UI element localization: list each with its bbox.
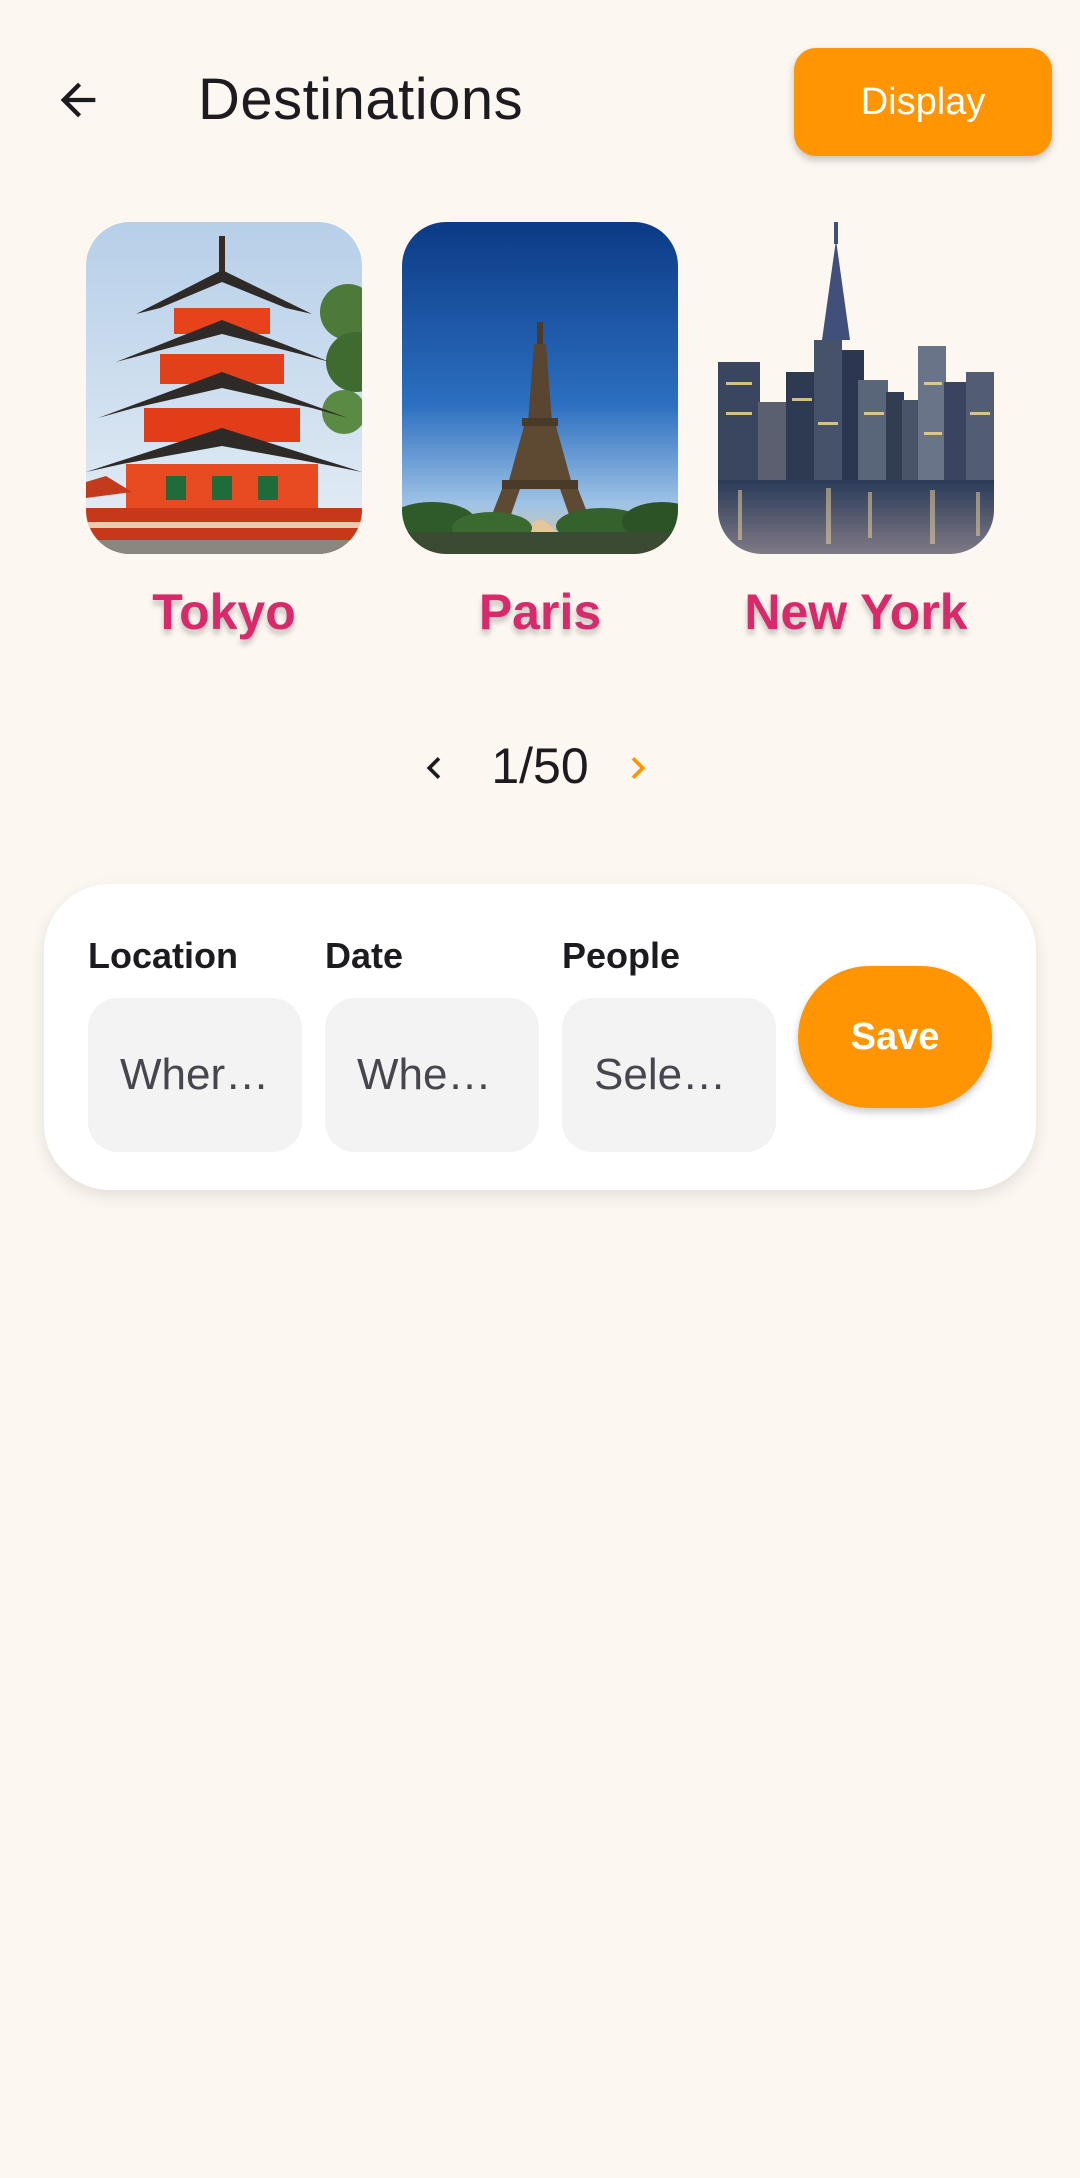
location-input[interactable] — [88, 998, 302, 1152]
destination-card-new-york[interactable]: New York — [718, 222, 994, 642]
chevron-right-icon — [631, 757, 646, 779]
page-title: Destinations — [198, 67, 524, 132]
destination-image-tokyo — [86, 222, 362, 554]
date-label: Date — [325, 935, 404, 976]
destination-carousel: Tokyo Paris New York — [0, 222, 1080, 662]
destination-name-new-york: New York — [744, 584, 968, 640]
arrow-left-icon — [60, 82, 96, 118]
destination-card-tokyo[interactable]: Tokyo — [86, 222, 362, 642]
page-count: 1/50 — [491, 738, 589, 794]
people-field: People — [562, 934, 776, 1152]
chevron-left-icon — [426, 757, 441, 779]
people-input[interactable] — [562, 998, 776, 1152]
app-bar: Destinations Display — [0, 0, 1080, 200]
booking-form-card: Location Date People Save — [44, 884, 1036, 1190]
next-page-button[interactable] — [608, 738, 668, 798]
previous-page-button[interactable] — [404, 738, 464, 798]
destination-card-paris[interactable]: Paris — [402, 222, 678, 642]
location-label: Location — [88, 935, 238, 976]
destination-name-paris: Paris — [478, 584, 602, 640]
date-input[interactable] — [325, 998, 539, 1152]
back-button[interactable] — [40, 62, 116, 138]
destination-name-tokyo: Tokyo — [152, 584, 296, 640]
pager: 1/50 — [0, 728, 1080, 808]
display-button[interactable]: Display — [794, 48, 1052, 156]
destination-image-new-york — [718, 222, 994, 554]
destination-image-paris — [402, 222, 678, 554]
date-field: Date — [325, 934, 539, 1152]
save-button[interactable]: Save — [798, 966, 992, 1108]
people-label: People — [562, 935, 681, 976]
location-field: Location — [88, 934, 302, 1152]
